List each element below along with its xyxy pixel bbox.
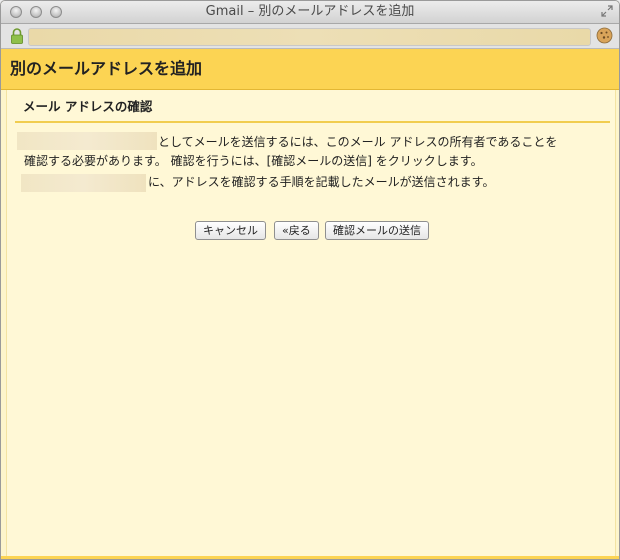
lock-icon xyxy=(11,28,23,44)
section-title: メール アドレスの確認 xyxy=(23,99,153,114)
bottom-border xyxy=(1,556,619,559)
cookie-icon[interactable] xyxy=(596,27,613,44)
title-bar: Gmail – 別のメールアドレスを追加 xyxy=(1,1,619,24)
address-bar xyxy=(1,24,619,49)
send-confirmation-button[interactable]: 確認メールの送信 xyxy=(325,221,429,240)
browser-window: Gmail – 別のメールアドレスを追加 別のメールアドレスを追加 メール アド… xyxy=(0,0,620,560)
redacted-email xyxy=(21,174,146,192)
page-title: 別のメールアドレスを追加 xyxy=(10,59,203,78)
cancel-button[interactable]: キャンセル xyxy=(195,221,266,240)
page-header: 別のメールアドレスを追加 xyxy=(1,49,619,90)
section-divider xyxy=(15,121,610,123)
redacted-email xyxy=(17,132,157,150)
window-title: Gmail – 別のメールアドレスを追加 xyxy=(205,4,415,19)
back-button[interactable]: «戻る xyxy=(274,221,319,240)
message-line-2: 確認する必要があります。 確認を行うには、[確認メールの送信] をクリックします… xyxy=(24,154,483,168)
url-field[interactable] xyxy=(28,28,591,46)
fullscreen-icon[interactable] xyxy=(601,5,613,17)
message-line-3: に、アドレスを確認する手順を記載したメールが送信されます。 xyxy=(148,175,495,189)
message-line-1: としてメールを送信するには、このメール アドレスの所有者であることを xyxy=(158,135,558,149)
content-panel: メール アドレスの確認 としてメールを送信するには、このメール アドレスの所有者… xyxy=(6,90,616,558)
